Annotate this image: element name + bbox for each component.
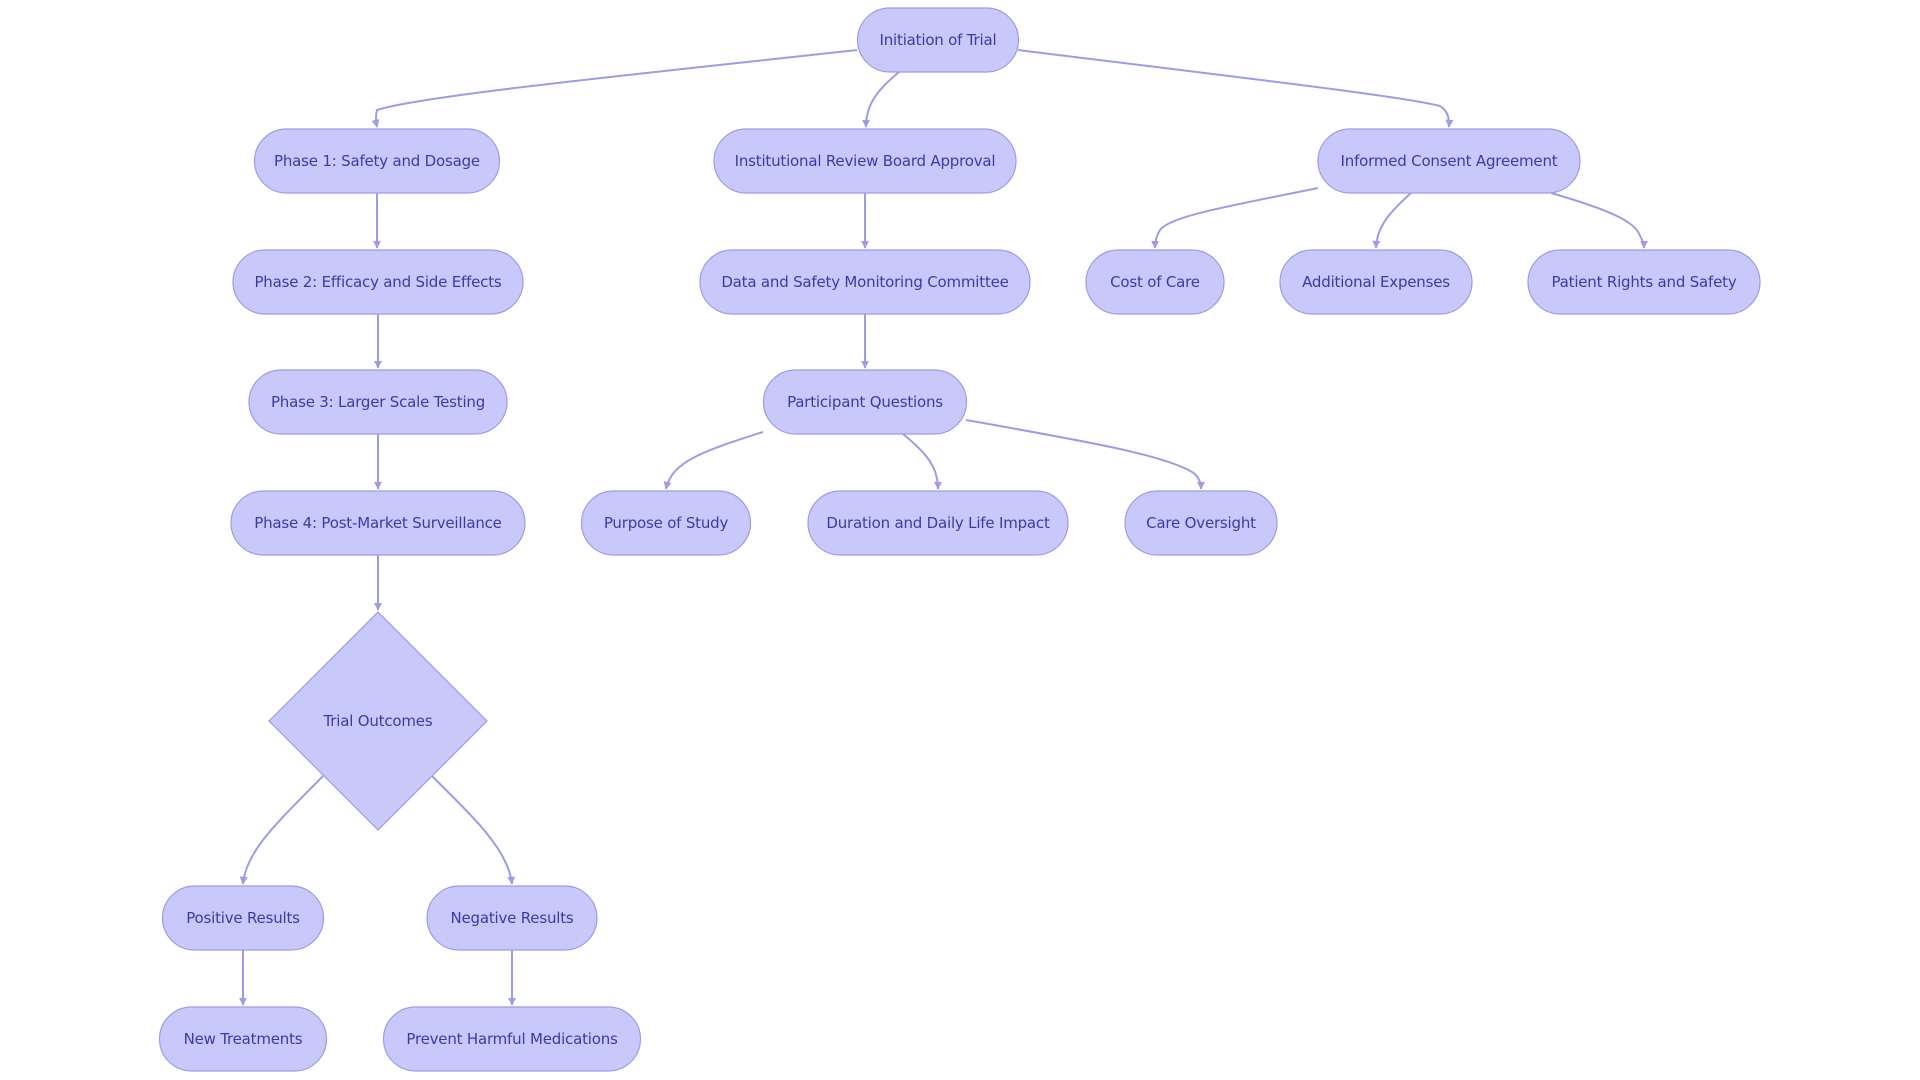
node-rights[interactable]: Patient Rights and Safety [1527,249,1761,315]
node-treatments[interactable]: New Treatments [158,1006,328,1072]
node-label: Phase 1: Safety and Dosage [274,152,480,170]
node-label: Initiation of Trial [880,31,997,49]
node-label: Patient Rights and Safety [1551,273,1736,291]
node-positive[interactable]: Positive Results [161,885,325,951]
edge-consent-to-expenses [1372,192,1412,249]
node-label: Phase 3: Larger Scale Testing [271,393,485,411]
edge-consent-to-rights [1550,192,1648,249]
node-label: Additional Expenses [1302,273,1450,291]
nodes-layer: Initiation of Trial Phase 1: Safety and D… [158,7,1761,1072]
node-expenses[interactable]: Additional Expenses [1279,249,1473,315]
node-initiation[interactable]: Initiation of Trial [856,7,1020,73]
node-label: Positive Results [186,909,300,927]
node-prevent[interactable]: Prevent Harmful Medications [382,1006,642,1072]
node-phase2[interactable]: Phase 2: Efficacy and Side Effects [232,249,524,315]
edge-outcomes-to-negative [431,775,516,885]
node-duration[interactable]: Duration and Daily Life Impact [807,490,1069,556]
node-label: Data and Safety Monitoring Committee [721,273,1008,291]
node-label: Participant Questions [787,393,943,411]
edge-questions-to-duration [902,433,942,490]
node-label: Cost of Care [1110,273,1200,291]
node-negative[interactable]: Negative Results [426,885,598,951]
node-phase4[interactable]: Phase 4: Post-Market Surveillance [230,490,526,556]
node-phase1[interactable]: Phase 1: Safety and Dosage [253,128,501,194]
node-label: Phase 2: Efficacy and Side Effects [254,273,501,291]
flowchart-canvas: Initiation of Trial Phase 1: Safety and D… [158,7,1761,1072]
edge-initiation-to-irb [862,71,900,128]
node-label: New Treatments [184,1030,303,1048]
edge-initiation-to-phase1 [371,49,858,128]
edge-questions-to-oversight [965,419,1205,490]
node-label: Prevent Harmful Medications [406,1030,618,1048]
node-questions[interactable]: Participant Questions [762,369,968,435]
node-label: Informed Consent Agreement [1341,152,1558,170]
node-label: Care Oversight [1146,514,1256,532]
node-phase3[interactable]: Phase 3: Larger Scale Testing [248,369,508,435]
node-label: Duration and Daily Life Impact [826,514,1050,532]
node-consent[interactable]: Informed Consent Agreement [1317,128,1581,194]
node-label: Trial Outcomes [323,712,433,730]
node-oversight[interactable]: Care Oversight [1124,490,1278,556]
node-purpose[interactable]: Purpose of Study [580,490,752,556]
node-cost[interactable]: Cost of Care [1085,249,1225,315]
node-label: Institutional Review Board Approval [735,152,996,170]
node-label: Purpose of Study [604,514,729,532]
node-label: Phase 4: Post-Market Surveillance [254,514,501,532]
node-label: Negative Results [450,909,573,927]
edge-consent-to-cost [1151,187,1319,249]
node-dsmc[interactable]: Data and Safety Monitoring Committee [699,249,1031,315]
node-irb[interactable]: Institutional Review Board Approval [713,128,1017,194]
edge-initiation-to-consent [1017,49,1454,128]
edge-questions-to-purpose [663,431,764,490]
edge-outcomes-to-positive [239,775,324,885]
